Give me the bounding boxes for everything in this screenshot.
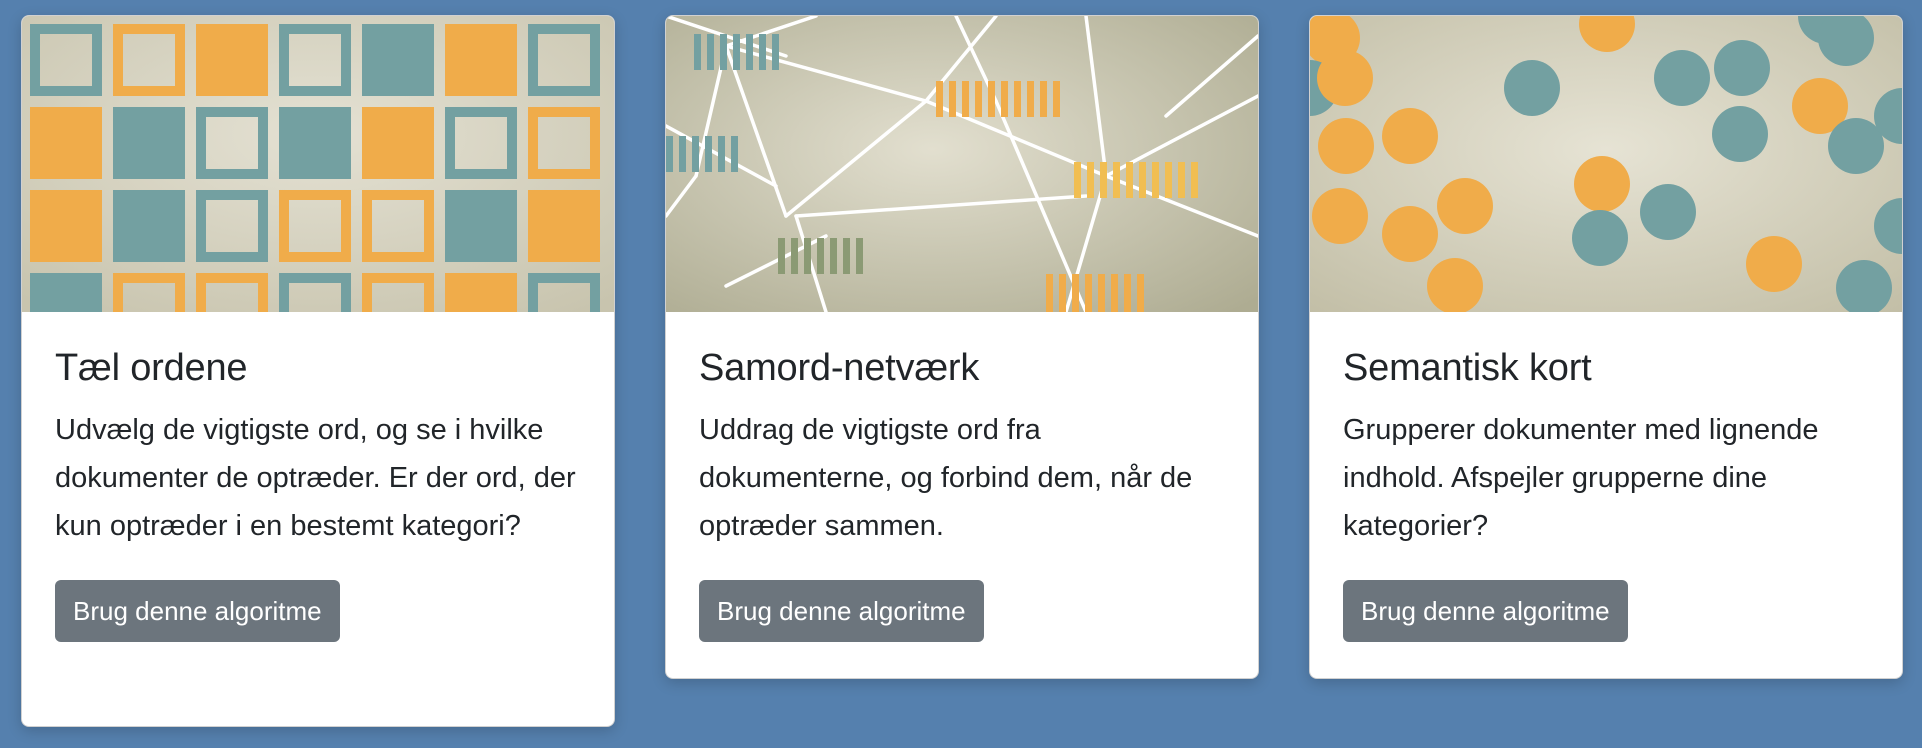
card-description: Grupperer dokumenter med lignende indhol… (1343, 413, 1819, 542)
algorithm-card-cooccurrence-network: Samord-netværk Uddrag de vigtigste ord f… (665, 15, 1259, 679)
grid-squares-illustration (22, 16, 614, 312)
algorithm-card-deck: Tæl ordene Udvælg de vigtigste ord, og s… (0, 0, 1922, 748)
algorithm-card-semantic-map: Semantisk kort Grupperer dokumenter med … (1309, 15, 1903, 679)
use-algorithm-button[interactable]: Brug denne algoritme (55, 579, 340, 642)
algorithm-card-count-words: Tæl ordene Udvælg de vigtigste ord, og s… (21, 15, 615, 727)
use-algorithm-button[interactable]: Brug denne algoritme (699, 579, 984, 642)
card-body: Semantisk kort Grupperer dokumenter med … (1310, 312, 1902, 642)
card-description: Uddrag de vigtigste ord fra dokumenterne… (699, 413, 1193, 542)
card-title: Samord-netværk (699, 347, 980, 389)
circles-cluster-illustration (1310, 16, 1902, 312)
card-title: Tæl ordene (55, 347, 248, 389)
card-body: Samord-netværk Uddrag de vigtigste ord f… (666, 312, 1258, 642)
card-title: Semantisk kort (1343, 347, 1592, 389)
use-algorithm-button[interactable]: Brug denne algoritme (1343, 579, 1628, 642)
card-body: Tæl ordene Udvælg de vigtigste ord, og s… (22, 312, 614, 642)
card-description: Udvælg de vigtigste ord, og se i hvilke … (55, 413, 576, 542)
network-illustration (666, 16, 1258, 312)
